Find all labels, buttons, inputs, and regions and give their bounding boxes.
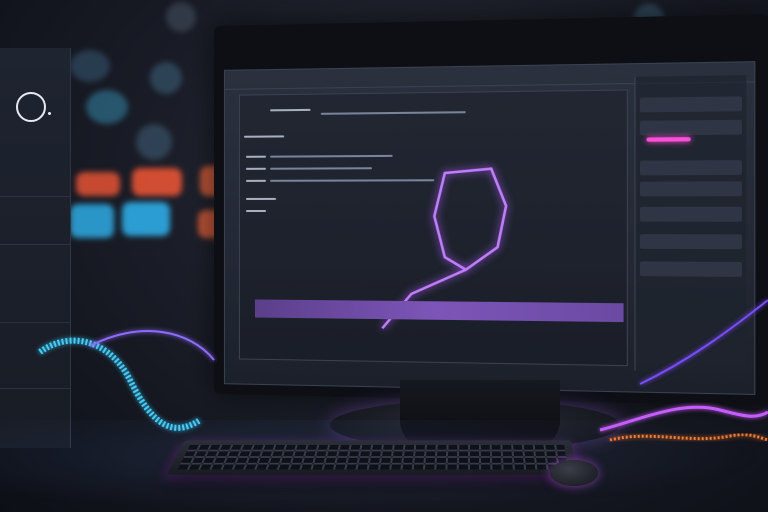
glow-waves xyxy=(38,299,768,442)
cyan-wave xyxy=(38,337,202,431)
violet-wave xyxy=(639,299,768,385)
keyboard-keys xyxy=(177,444,569,470)
orange-wave xyxy=(609,433,768,442)
keyboard xyxy=(166,440,578,475)
pink-wave xyxy=(599,405,768,432)
desk-scene xyxy=(0,0,768,512)
purple-wave xyxy=(89,330,215,361)
mouse xyxy=(550,460,598,486)
